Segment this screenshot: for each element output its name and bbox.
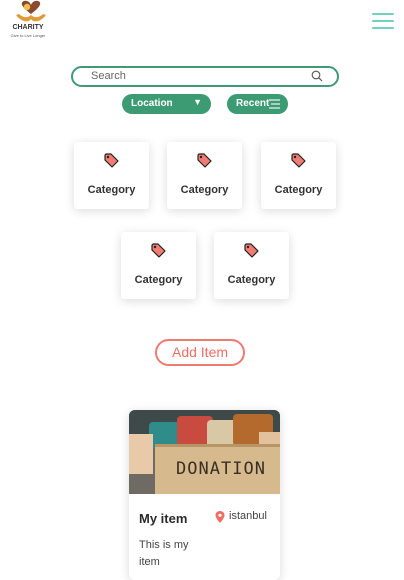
tag-icon bbox=[197, 153, 212, 168]
hamburger-menu-button[interactable] bbox=[370, 8, 396, 34]
logo-name: CHARITY bbox=[12, 24, 44, 31]
hamburger-icon bbox=[372, 20, 394, 22]
search-input[interactable] bbox=[91, 69, 291, 83]
category-label: Category bbox=[180, 184, 229, 196]
hamburger-icon bbox=[372, 27, 394, 29]
location-pin-icon bbox=[215, 511, 225, 523]
location-filter-label: Location bbox=[131, 98, 173, 109]
tag-icon bbox=[291, 153, 306, 168]
tag-icon bbox=[151, 243, 166, 258]
item-title: My item bbox=[139, 511, 188, 526]
add-item-button[interactable]: Add Item bbox=[155, 339, 245, 366]
category-card[interactable]: Category bbox=[261, 142, 336, 209]
app-header: CHARITY Give to Live Longer bbox=[0, 0, 404, 44]
category-card[interactable]: Category bbox=[74, 142, 149, 209]
category-label: Category bbox=[134, 274, 183, 286]
tag-icon bbox=[104, 153, 119, 168]
search-icon[interactable] bbox=[311, 70, 323, 82]
category-card[interactable]: Category bbox=[167, 142, 242, 209]
recent-sort-label: Recent bbox=[236, 98, 270, 109]
item-photo: DONATION bbox=[129, 410, 280, 494]
caret-down-icon: ▼ bbox=[193, 97, 202, 107]
charity-logo[interactable]: CHARITY Give to Live Longer bbox=[6, 0, 48, 42]
tag-icon bbox=[244, 243, 259, 258]
item-description: This is my item bbox=[139, 539, 189, 568]
location-filter-dropdown[interactable]: Location ▼ bbox=[122, 94, 211, 114]
category-label: Category bbox=[87, 184, 136, 196]
search-bar bbox=[71, 66, 339, 87]
recent-sort-button[interactable]: Recent bbox=[227, 94, 288, 114]
filter-lines-icon bbox=[269, 99, 280, 109]
item-photo-text: DONATION bbox=[176, 459, 266, 479]
item-location: istanbul bbox=[229, 510, 267, 522]
heart-hands-logo-icon bbox=[16, 0, 46, 22]
logo-tagline: Give to Live Longer bbox=[10, 33, 46, 38]
category-card[interactable]: Category bbox=[214, 232, 289, 299]
category-label: Category bbox=[227, 274, 276, 286]
category-card[interactable]: Category bbox=[121, 232, 196, 299]
hamburger-icon bbox=[372, 13, 394, 15]
item-card[interactable]: DONATION My item istanbul This is my ite… bbox=[129, 410, 280, 580]
category-label: Category bbox=[274, 184, 323, 196]
